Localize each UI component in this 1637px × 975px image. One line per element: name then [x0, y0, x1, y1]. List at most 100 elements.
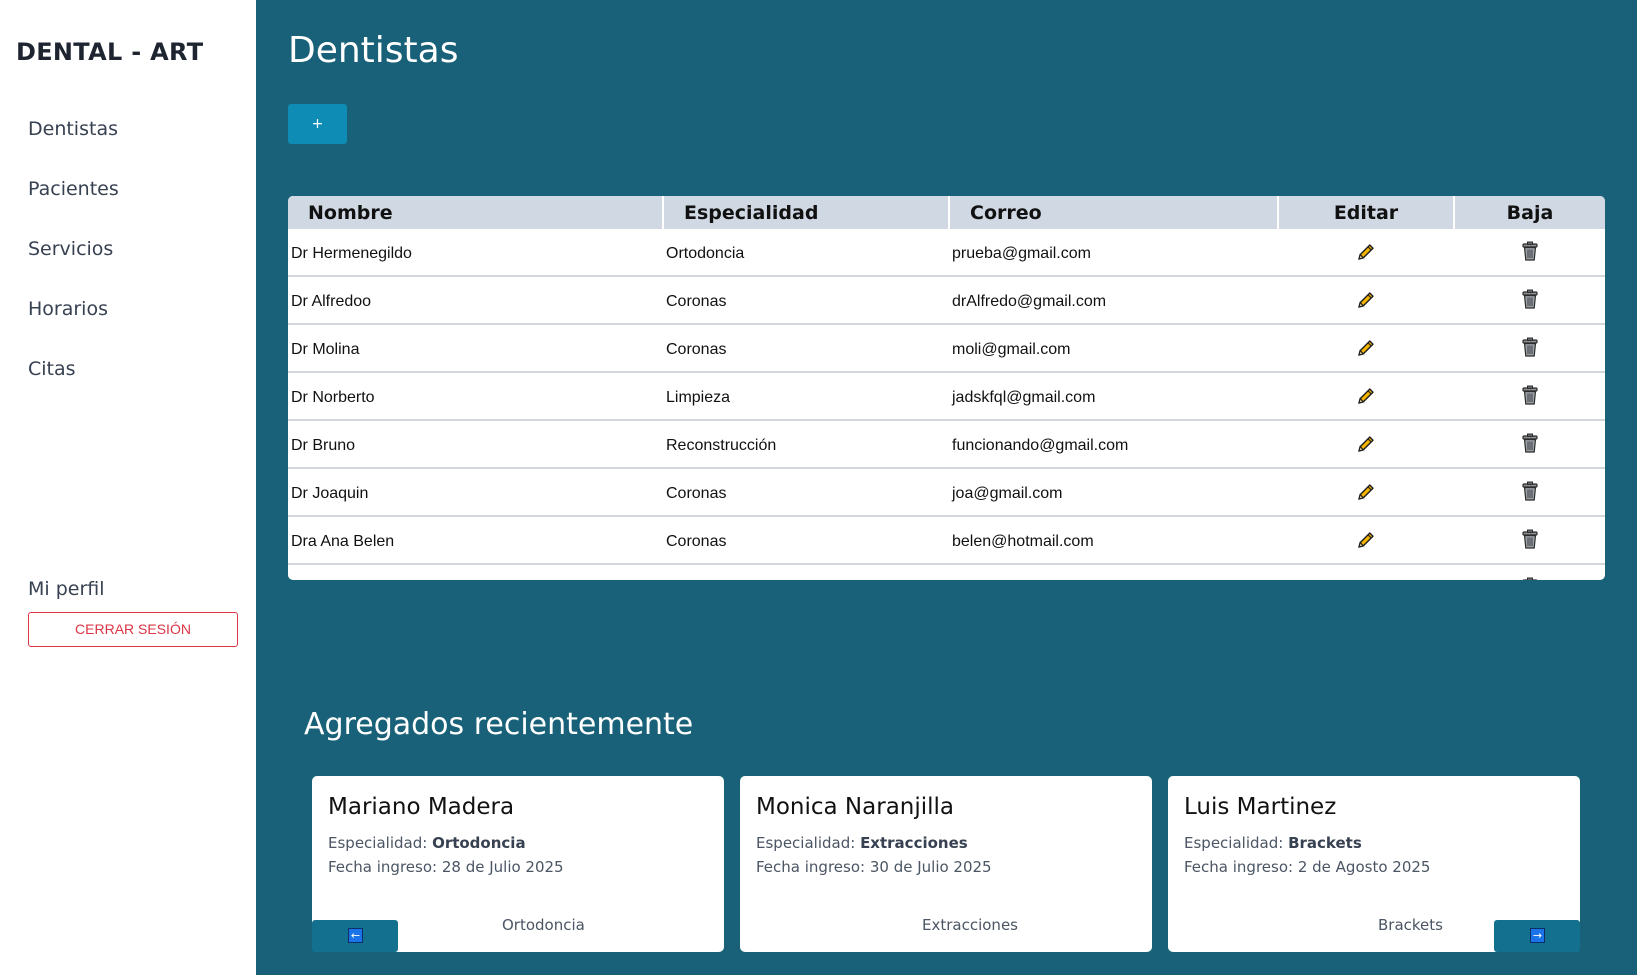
arrow-left-icon: ← — [348, 928, 363, 943]
cell-edit — [1278, 229, 1454, 277]
sidebar-item-pacientes[interactable]: Pacientes — [28, 178, 119, 200]
cell-name: Dra Ana Belen — [288, 516, 663, 565]
cell-name: Dr Molina — [288, 324, 663, 373]
card-name: Mariano Madera — [328, 794, 515, 820]
column-header-correo: Correo — [949, 196, 1279, 229]
carousel-prev-button[interactable]: ← — [312, 920, 398, 952]
cell-name: Dr Joaquin — [288, 468, 663, 517]
sidebar-item-citas[interactable]: Citas — [28, 358, 76, 380]
card-name: Luis Martinez — [1184, 794, 1337, 820]
pencil-icon[interactable] — [1356, 530, 1376, 555]
sidebar-item-dentistas[interactable]: Dentistas — [28, 118, 118, 140]
trash-icon[interactable] — [1520, 289, 1540, 315]
cell-email: belen@hotmail.com — [949, 516, 1278, 565]
table-header-row: Nombre Especialidad Correo Editar Baja — [288, 196, 1605, 229]
arrow-right-icon: → — [1530, 928, 1545, 943]
cell-edit — [1278, 564, 1454, 580]
cell-delete — [1454, 468, 1605, 517]
cell-delete — [1454, 276, 1605, 325]
card-specialty: Especialidad: Ortodoncia — [328, 834, 526, 852]
trash-icon[interactable] — [1520, 385, 1540, 411]
cell-specialty: Coronas — [663, 324, 949, 373]
cell-specialty: Reconstrucción — [663, 420, 949, 469]
carousel-next-button[interactable]: → — [1494, 920, 1580, 952]
cell-edit — [1278, 276, 1454, 325]
trash-icon[interactable] — [1520, 241, 1540, 267]
cell-delete — [1454, 516, 1605, 565]
cell-email: moli@gmail.com — [949, 324, 1278, 373]
pencil-icon[interactable] — [1356, 482, 1376, 507]
trash-icon[interactable] — [1520, 337, 1540, 363]
column-header-editar: Editar — [1278, 196, 1455, 229]
cell-name: Dra Monica — [288, 564, 663, 580]
page-title: Dentistas — [288, 30, 459, 71]
cell-specialty: Coronas — [663, 468, 949, 517]
table-row: Dr Molina Coronas moli@gmail.com — [288, 324, 1605, 373]
recent-card: Monica Naranjilla Especialidad: Extracci… — [740, 776, 1152, 952]
sidebar: DENTAL - ART Dentistas Pacientes Servici… — [0, 0, 256, 975]
dentists-table: Nombre Especialidad Correo Editar Baja D… — [288, 196, 1605, 580]
trash-icon[interactable] — [1520, 529, 1540, 555]
card-specialty: Especialidad: Brackets — [1184, 834, 1362, 852]
cell-delete — [1454, 324, 1605, 373]
table-row: Dra MonicaLimpiezamoi@hotmail.com — [288, 564, 1605, 580]
column-header-baja: Baja — [1454, 196, 1605, 229]
card-footer: Ortodoncia — [502, 916, 585, 934]
cell-specialty: Coronas — [663, 276, 949, 325]
trash-icon[interactable] — [1520, 481, 1540, 507]
sidebar-item-servicios[interactable]: Servicios — [28, 238, 113, 260]
cell-delete — [1454, 229, 1605, 277]
table-row: Dr Joaquin Coronas joa@gmail.com — [288, 468, 1605, 517]
table-row: Dr Hermenegildo Ortodoncia prueba@gmail.co… — [288, 229, 1605, 277]
cell-email: joa@gmail.com — [949, 468, 1278, 517]
card-date: Fecha ingreso: 2 de Agosto 2025 — [1184, 858, 1431, 876]
cell-email: funcionando@gmail.com — [949, 420, 1278, 469]
cell-specialty: Coronas — [663, 516, 949, 565]
cell-edit — [1278, 516, 1454, 565]
trash-icon[interactable] — [1520, 577, 1540, 580]
cell-email: drAlfredo@gmail.com — [949, 276, 1278, 325]
pencil-icon[interactable] — [1356, 386, 1376, 411]
cell-edit — [1278, 468, 1454, 517]
pencil-icon[interactable] — [1356, 338, 1376, 363]
logout-button[interactable]: CERRAR SESIÓN — [28, 612, 238, 647]
cell-name: Dr Norberto — [288, 372, 663, 421]
cell-email: prueba@gmail.com — [949, 229, 1278, 277]
recent-card: Mariano Madera Especialidad: Ortodoncia … — [312, 776, 724, 952]
cell-specialty: Limpieza — [663, 372, 949, 421]
cell-specialty: Ortodoncia — [663, 229, 949, 277]
pencil-icon[interactable] — [1356, 434, 1376, 459]
cell-name: Dr Alfredoo — [288, 276, 663, 325]
card-footer: Brackets — [1378, 916, 1443, 934]
column-header-especialidad: Especialidad — [663, 196, 950, 229]
brand-logo: DENTAL - ART — [16, 38, 204, 66]
pencil-icon[interactable] — [1356, 290, 1376, 315]
card-date: Fecha ingreso: 28 de Julio 2025 — [328, 858, 564, 876]
add-dentist-button[interactable]: + — [288, 104, 347, 144]
cell-specialty: Limpieza — [663, 564, 949, 580]
cell-edit — [1278, 372, 1454, 421]
recent-card: Luis Martinez Especialidad: Brackets Fec… — [1168, 776, 1580, 952]
trash-icon[interactable] — [1520, 433, 1540, 459]
cell-edit — [1278, 324, 1454, 373]
card-date: Fecha ingreso: 30 de Julio 2025 — [756, 858, 992, 876]
cell-edit — [1278, 420, 1454, 469]
table-row: Dr Bruno Reconstrucción funcionando@gmail.… — [288, 420, 1605, 469]
cell-email: jadskfql@gmail.com — [949, 372, 1278, 421]
recent-section-title: Agregados recientemente — [304, 707, 694, 742]
table-row: Dra Ana Belen Coronas belen@hotmail.com — [288, 516, 1605, 565]
cell-name: Dr Hermenegildo — [288, 229, 663, 277]
cell-delete — [1454, 372, 1605, 421]
profile-link[interactable]: Mi perfil — [28, 578, 105, 600]
sidebar-item-horarios[interactable]: Horarios — [28, 298, 108, 320]
card-specialty: Especialidad: Extracciones — [756, 834, 968, 852]
card-footer: Extracciones — [922, 916, 1018, 934]
card-name: Monica Naranjilla — [756, 794, 955, 820]
cell-name: Dr Bruno — [288, 420, 663, 469]
table-row: Dr Norberto Limpieza jadskfql@gmail.com — [288, 372, 1605, 421]
table-row: Dr Alfredoo Coronas drAlfredo@gmail.com — [288, 276, 1605, 325]
pencil-icon[interactable] — [1356, 242, 1376, 267]
cell-delete — [1454, 564, 1605, 580]
pencil-icon[interactable] — [1356, 578, 1376, 580]
column-header-nombre: Nombre — [288, 196, 664, 229]
